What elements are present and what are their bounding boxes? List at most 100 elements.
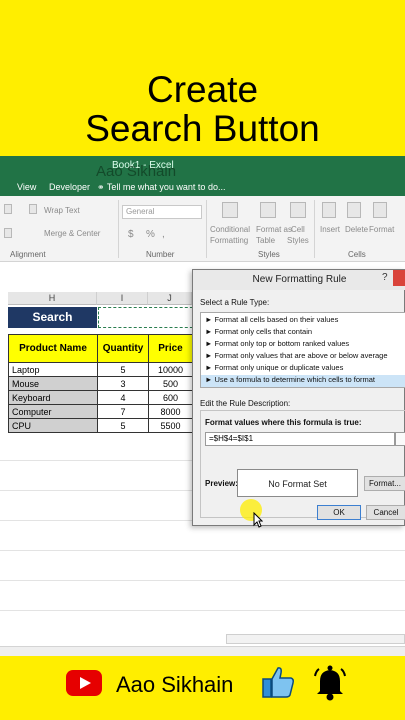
table-row: Computer 7 8000 (8, 404, 193, 419)
thumbs-up-icon (262, 667, 294, 698)
format-icon[interactable] (373, 202, 387, 218)
title-line-2: Search Button (85, 108, 320, 149)
header-quantity[interactable]: Quantity (97, 334, 149, 363)
format-as-table-icon[interactable] (260, 202, 276, 218)
group-cells: Cells (348, 250, 366, 259)
table-row: Mouse 3 500 (8, 376, 193, 391)
percent-symbol: % (146, 229, 155, 240)
status-bar (0, 646, 405, 656)
tell-me-text: Tell me what you want to do... (106, 182, 226, 192)
column-header-i[interactable]: I (97, 292, 148, 305)
mouse-cursor-icon (253, 512, 263, 528)
cell-quantity[interactable]: 3 (97, 376, 149, 391)
search-label-cell[interactable]: Search (8, 307, 97, 328)
insert-icon[interactable] (322, 202, 336, 218)
cell-styles-icon[interactable] (290, 202, 306, 218)
rule-item[interactable]: ► Format only values that are above or b… (205, 351, 388, 360)
rule-type-list[interactable]: ► Format all cells based on their values… (200, 312, 405, 388)
rule-item[interactable]: ► Format all cells based on their values (205, 315, 338, 324)
tab-developer[interactable]: Developer (49, 182, 90, 192)
table-header-row: Product Name Quantity Price (8, 334, 193, 363)
format-button[interactable]: Format... (364, 476, 405, 491)
search-input-cell[interactable] (98, 307, 198, 328)
currency-symbol: $ (128, 229, 134, 240)
indent-increase-icon[interactable] (29, 204, 37, 214)
cancel-button[interactable]: Cancel (366, 505, 405, 520)
gridline (0, 580, 405, 581)
title-line-1: Create (146, 69, 259, 110)
format-label: Format (369, 225, 395, 234)
ribbon-separator (206, 200, 207, 258)
cell-quantity[interactable]: 4 (97, 390, 149, 405)
bulb-icon: ⚭ (97, 182, 105, 192)
insert-label: Insert (320, 225, 341, 234)
rule-item[interactable]: ► Format only top or bottom ranked value… (205, 339, 349, 348)
merge-center-button[interactable]: Merge & Center (44, 229, 100, 238)
column-header-h[interactable]: H (8, 292, 97, 305)
screenshot: Create Search Button Book1 - Excel Aao S… (0, 0, 405, 720)
orientation-icon[interactable] (4, 204, 12, 214)
close-button[interactable] (393, 270, 405, 286)
edit-description-label: Edit the Rule Description: (200, 399, 291, 408)
watermark: Aao Sikhain (96, 163, 177, 180)
cell-price[interactable]: 8000 (148, 404, 193, 419)
ribbon-separator (314, 200, 315, 258)
cell-price[interactable]: 500 (148, 376, 193, 391)
indent-icon[interactable] (4, 228, 12, 238)
new-formatting-rule-dialog: New Formatting Rule ? Select a Rule Type… (192, 269, 405, 526)
table-row: CPU 5 5500 (8, 418, 193, 433)
column-header-j[interactable]: J (148, 292, 192, 305)
number-format-value: General (126, 207, 155, 216)
gridline (0, 550, 405, 551)
collapse-dialog-icon[interactable] (395, 432, 405, 446)
gridline (0, 520, 192, 521)
header-price[interactable]: Price (148, 334, 193, 363)
cell-product[interactable]: CPU (8, 418, 98, 433)
delete-icon[interactable] (347, 202, 361, 218)
delete-label: Delete (345, 225, 369, 234)
tell-me-box[interactable]: ⚭ Tell me what you want to do... (97, 182, 225, 193)
gridline (0, 490, 192, 491)
conditional-formatting-icon[interactable] (222, 202, 238, 218)
table-row: Laptop 5 10000 (8, 362, 193, 377)
product-table: Product Name Quantity Price Laptop 5 100… (8, 334, 193, 433)
header-product-name[interactable]: Product Name (8, 334, 98, 363)
cell-product[interactable]: Computer (8, 404, 98, 419)
currency-button[interactable]: $ (128, 229, 134, 240)
conditional-formatting-label-2: Formatting (210, 236, 249, 245)
merge-center-label: Merge & Center (44, 229, 101, 238)
format-as-table-label-2: Table (256, 236, 276, 245)
format-as-table-label-1: Format as (256, 225, 293, 234)
wrap-text-button[interactable]: Wrap Text (44, 206, 80, 215)
cell-product[interactable]: Keyboard (8, 390, 98, 405)
cell-price[interactable]: 600 (148, 390, 193, 405)
cell-quantity[interactable]: 5 (97, 362, 149, 377)
percent-button[interactable]: % (146, 229, 155, 240)
ok-button[interactable]: OK (317, 505, 361, 520)
rule-item[interactable]: ► Format only unique or duplicate values (205, 363, 343, 372)
dialog-title: New Formatting Rule (193, 270, 405, 290)
cell-product[interactable]: Mouse (8, 376, 98, 391)
cell-price[interactable]: 5500 (148, 418, 193, 433)
cell-quantity[interactable]: 5 (97, 418, 149, 433)
group-number: Number (146, 250, 175, 259)
channel-name: Aao Sikhain (116, 672, 234, 697)
rule-item[interactable]: ► Format only cells that contain (205, 327, 312, 336)
comma-button[interactable]: , (162, 229, 165, 240)
help-button[interactable]: ? (382, 272, 388, 283)
cell-product[interactable]: Laptop (8, 362, 98, 377)
horizontal-scrollbar[interactable] (226, 634, 405, 644)
cell-price[interactable]: 10000 (148, 362, 193, 377)
tab-view[interactable]: View (17, 182, 36, 192)
preview-box: No Format Set (237, 469, 358, 497)
conditional-formatting-label-1: Conditional (210, 225, 251, 234)
formula-input[interactable]: =$H$4=$I$1 (205, 432, 395, 446)
group-alignment: Alignment (10, 250, 46, 259)
cell-quantity[interactable]: 7 (97, 404, 149, 419)
select-rule-type-label: Select a Rule Type: (200, 298, 270, 307)
bell-icon (314, 665, 346, 701)
number-format-select[interactable]: General (122, 205, 202, 219)
ribbon-separator (118, 200, 119, 258)
rule-item-selected[interactable]: ► Use a formula to determine which cells… (201, 375, 405, 387)
gridline (0, 610, 405, 611)
